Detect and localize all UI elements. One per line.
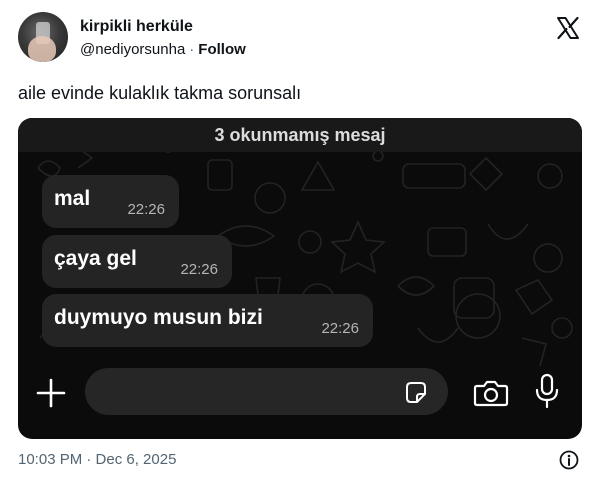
message-time: 22:26 <box>321 320 359 337</box>
plus-icon[interactable] <box>36 378 66 408</box>
avatar[interactable] <box>18 12 68 62</box>
tweet-header: kirpikli herküle @nediyorsunha · Follow <box>18 12 584 64</box>
author-display-name[interactable]: kirpikli herküle <box>80 18 193 36</box>
sticker-icon[interactable] <box>403 380 429 406</box>
message-text: duymuyo musun bizi <box>54 306 263 329</box>
author-handle[interactable]: @nediyorsunha <box>80 41 185 58</box>
message-text: çaya gel <box>54 247 137 270</box>
x-logo-icon[interactable] <box>556 16 580 40</box>
camera-icon[interactable] <box>473 379 509 407</box>
chat-input-bar <box>18 358 582 439</box>
tweet-media-screenshot[interactable]: 3 okunmamış mesaj mal 22:26 çaya gel 22:… <box>18 118 582 439</box>
follow-button[interactable]: Follow <box>198 41 246 58</box>
message-time: 22:26 <box>180 261 218 278</box>
info-icon[interactable] <box>559 450 579 470</box>
author-handle-row: @nediyorsunha · Follow <box>80 41 246 58</box>
avatar-hand <box>28 36 56 62</box>
microphone-icon[interactable] <box>535 373 559 409</box>
message-time: 22:26 <box>127 201 165 218</box>
separator-dot: · <box>189 41 195 58</box>
message-bubble[interactable]: duymuyo musun bizi 22:26 <box>42 294 373 347</box>
message-input[interactable] <box>85 368 448 415</box>
message-bubble[interactable]: mal 22:26 <box>42 175 179 228</box>
message-bubble[interactable]: çaya gel 22:26 <box>42 235 232 288</box>
tweet-text: aile evinde kulaklık takma sorunsalı <box>18 83 302 103</box>
message-text: mal <box>54 187 91 210</box>
tweet-timestamp[interactable]: 10:03 PM · Dec 6, 2025 <box>18 451 176 468</box>
unread-messages-banner: 3 okunmamış mesaj <box>18 118 582 152</box>
